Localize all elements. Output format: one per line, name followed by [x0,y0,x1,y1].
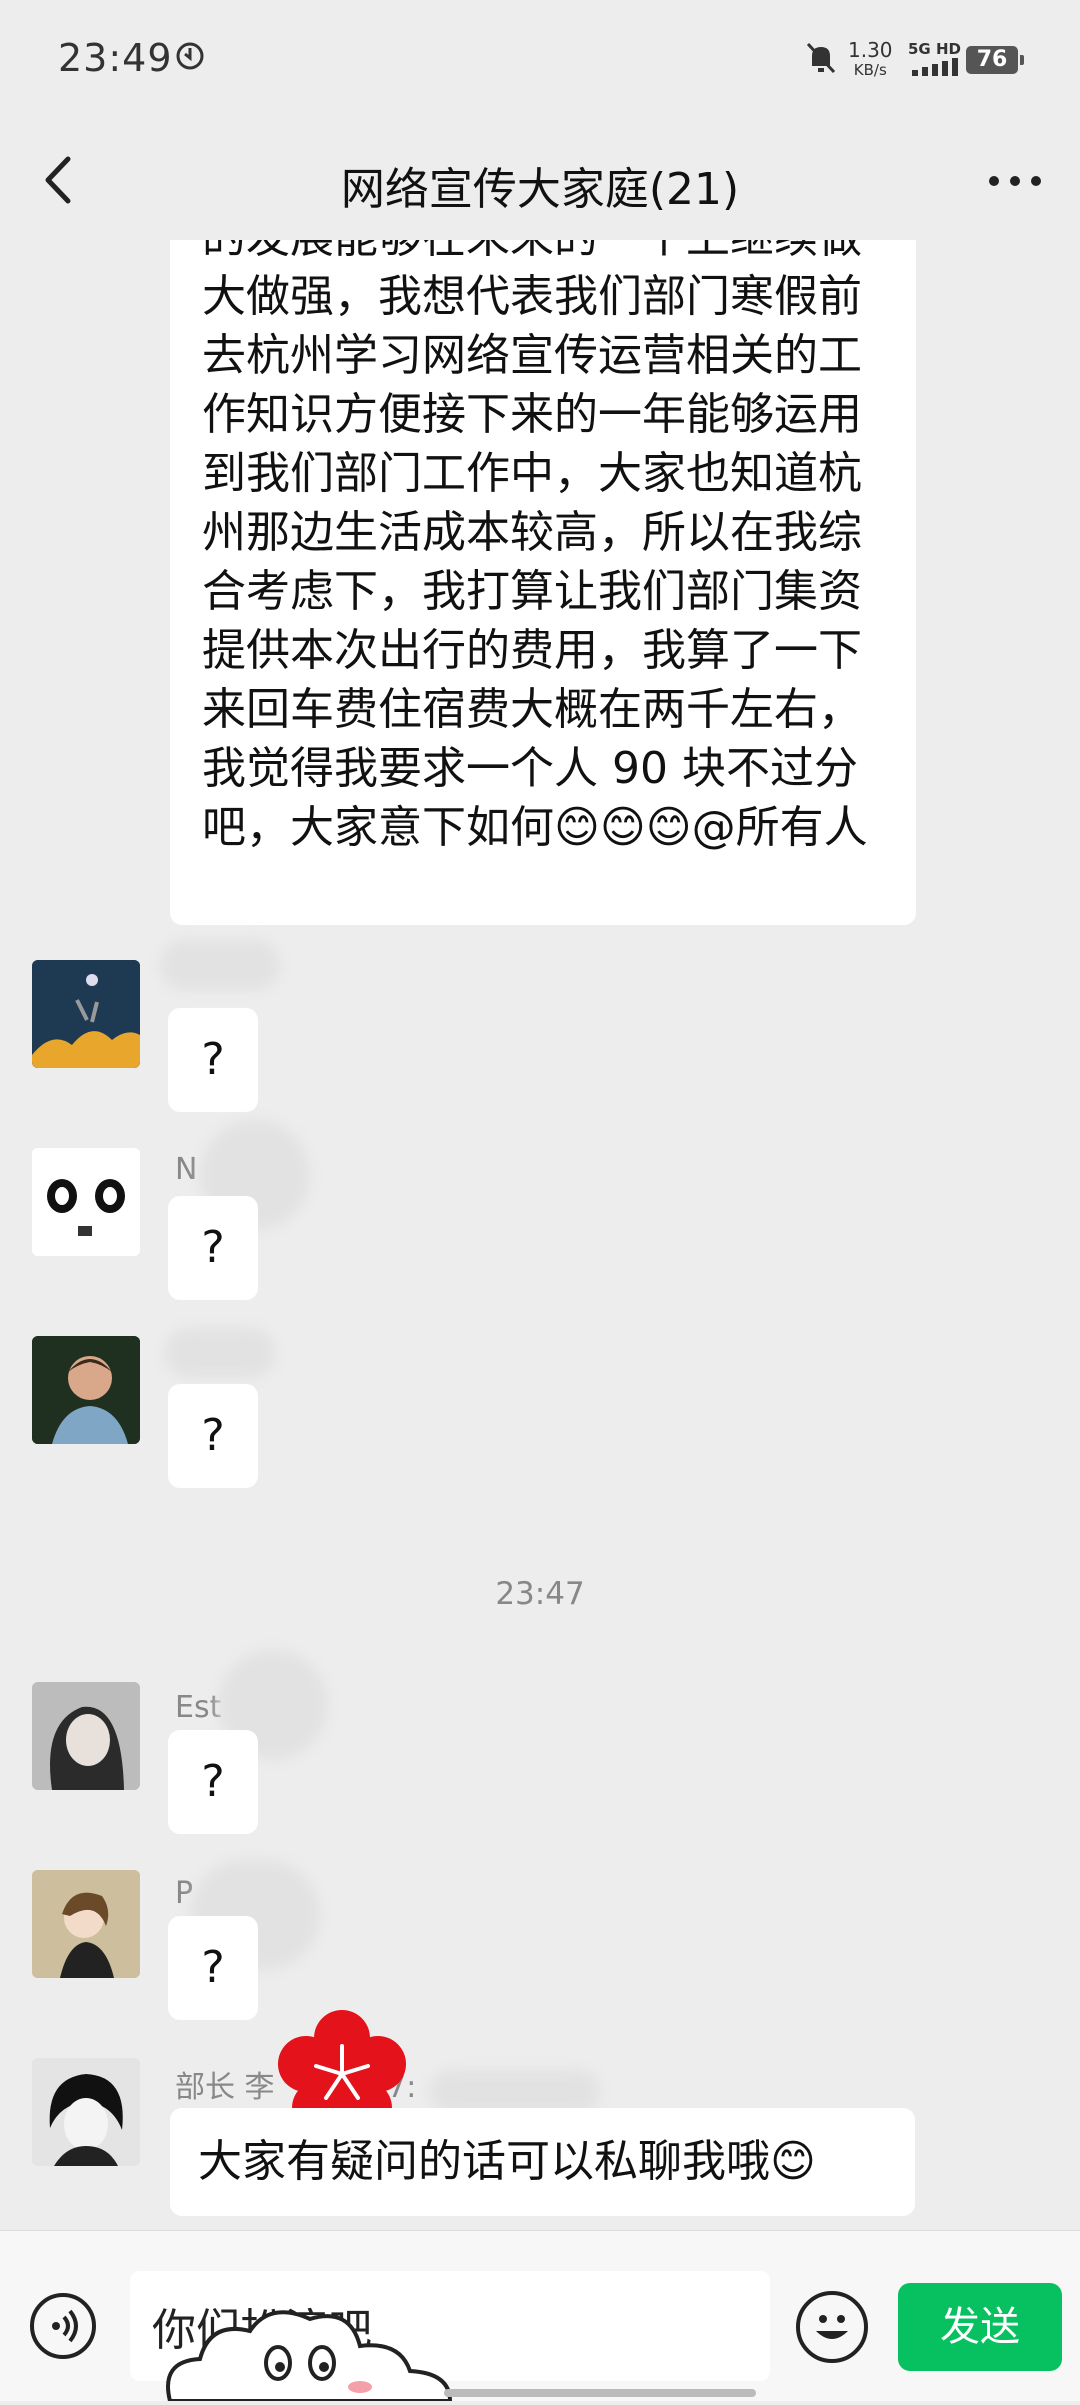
signal-label: 5G HD [908,40,961,58]
status-time: 23:49 [58,36,173,80]
data-saver-icon [174,40,206,76]
message-bubble[interactable]: ? [168,1916,258,2020]
message-bubble[interactable]: ? [168,1730,258,1834]
message-text: ? [201,1222,225,1273]
signal-bars-icon [912,58,958,80]
time-separator: 23:47 [495,1576,585,1612]
more-options-button[interactable] [980,153,1050,209]
avatar[interactable] [32,1682,140,1790]
message-text: ? [201,1410,225,1461]
avatar[interactable] [32,1336,140,1444]
message-bubble[interactable]: ? [168,1384,258,1488]
avatar[interactable] [32,1870,140,1978]
send-button[interactable]: 发送 [898,2283,1062,2371]
chat-title: 网络宣传大家庭(21) [340,164,740,215]
status-bar: 23:49 1.30 KB/s 5G HD 76 [0,0,1080,125]
network-speed-value: 1.30 [848,38,893,62]
chat-header: 网络宣传大家庭(21) [0,125,1080,240]
voice-icon [52,2309,78,2343]
avatar[interactable] [32,1148,140,1256]
message-text: 的发展能够在未来的一个上继续做大做强，我想代表我们部门寒假前去杭州学习网络宣传运… [202,240,868,853]
battery-indicator: 76 [966,46,1024,74]
avatar[interactable] [32,960,140,1068]
sender-name: Est [175,1690,222,1725]
mute-bell-icon [804,40,838,80]
cloud-sticker-icon [160,2301,460,2405]
more-dots-icon [989,176,1041,186]
message-list[interactable]: 的发展能够在未来的一个上继续做大做强，我想代表我们部门寒假前去杭州学习网络宣传运… [0,240,1080,2230]
sender-name-prefix: 部长 李 [175,2070,275,2105]
input-bar: 发送 [0,2230,1080,2403]
message-bubble[interactable]: 大家有疑问的话可以私聊我哦😊 [170,2108,915,2216]
emoji-button[interactable] [796,2291,868,2363]
message-bubble[interactable]: ? [168,1196,258,1300]
message-text: ? [201,1942,225,1993]
message-bubble-long[interactable]: 的发展能够在未来的一个上继续做大做强，我想代表我们部门寒假前去杭州学习网络宣传运… [170,240,916,925]
sender-name: N [175,1152,198,1187]
message-bubble[interactable]: ? [168,1008,258,1112]
blurred-name [165,1328,275,1378]
blurred-name [160,940,280,990]
network-speed-unit: KB/s [853,61,887,79]
smiley-icon [816,2315,848,2339]
avatar[interactable] [32,2058,140,2166]
message-text: 大家有疑问的话可以私聊我哦😊 [198,2136,816,2187]
message-text: ? [201,1756,225,1807]
network-speed: 1.30 KB/s [848,40,893,80]
voice-input-button[interactable] [30,2293,96,2359]
home-indicator [444,2389,756,2397]
message-text: ? [201,1034,225,1085]
